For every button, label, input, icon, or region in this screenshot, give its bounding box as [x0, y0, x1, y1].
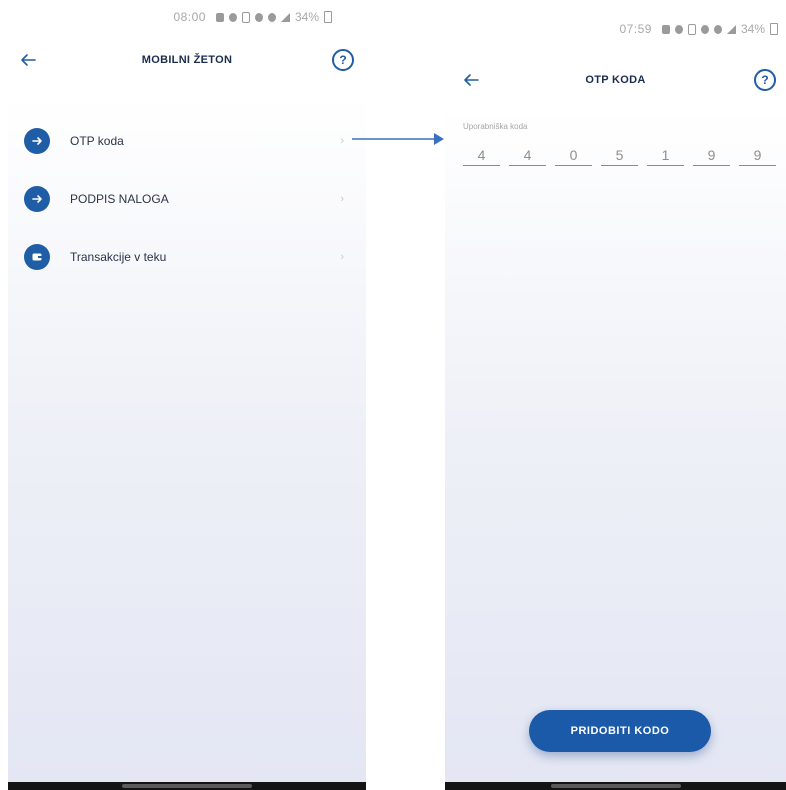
- otp-code-block: Uporabniška koda 4 4 0 5 1 9 9: [463, 122, 778, 166]
- code-digit: 1: [647, 147, 684, 166]
- battery-percent: 34%: [294, 10, 319, 24]
- otp-code-screen: 07:59 34% OTP KODA ? Uporabniška koda 4 …: [445, 14, 786, 790]
- chevron-right-icon: ›: [340, 193, 344, 205]
- wifi-icon: [713, 24, 722, 34]
- menu-item-label: PODPIS NALOGA: [70, 192, 169, 206]
- back-arrow-icon[interactable]: [18, 50, 38, 70]
- code-digit: 4: [509, 147, 546, 166]
- battery-percent: 34%: [740, 22, 765, 36]
- menu-item-label: OTP koda: [70, 134, 124, 148]
- mobile-token-screen: 08:00 34% MOBILNI ŽETON ? OTP koda › POD…: [8, 0, 366, 790]
- code-digits: 4 4 0 5 1 9 9: [463, 147, 778, 166]
- notification-icon: [215, 12, 224, 22]
- home-indicator: [8, 782, 366, 790]
- battery-icon: [324, 11, 332, 23]
- page-title: OTP KODA: [585, 74, 646, 86]
- back-arrow-icon[interactable]: [461, 70, 481, 90]
- status-bar: 08:00 34%: [8, 0, 366, 34]
- code-digit: 9: [739, 147, 776, 166]
- battery-icon: [770, 23, 778, 35]
- flow-arrow-icon: [352, 133, 444, 145]
- menu-item-podpis-naloga[interactable]: PODPIS NALOGA ›: [8, 170, 366, 228]
- menu-list: OTP koda › PODPIS NALOGA › Transakcije v…: [8, 112, 366, 286]
- menu-item-transakcije-v-teku[interactable]: Transakcije v teku ›: [8, 228, 366, 286]
- status-time: 07:59: [619, 22, 652, 36]
- home-indicator: [445, 782, 786, 790]
- code-label: Uporabniška koda: [463, 122, 528, 131]
- chevron-right-icon: ›: [340, 251, 344, 263]
- code-digit: 0: [555, 147, 592, 166]
- code-digit: 4: [463, 147, 500, 166]
- status-icons: 34%: [661, 22, 778, 36]
- top-nav: OTP KODA ?: [445, 60, 786, 100]
- page-title: MOBILNI ŽETON: [141, 54, 233, 66]
- sim-icon: [687, 23, 696, 35]
- sim-icon: [241, 11, 250, 23]
- code-digit: 5: [601, 147, 638, 166]
- top-nav: MOBILNI ŽETON ?: [8, 40, 366, 80]
- arrow-right-icon: [24, 128, 50, 154]
- help-icon[interactable]: ?: [754, 69, 776, 91]
- alarm-icon: [700, 24, 709, 34]
- arrow-right-icon: [24, 186, 50, 212]
- get-code-button[interactable]: PRIDOBITI KODO: [529, 710, 711, 752]
- wallet-icon: [24, 244, 50, 270]
- notification-icon: [661, 24, 670, 34]
- menu-item-otp-koda[interactable]: OTP koda ›: [8, 112, 366, 170]
- help-icon[interactable]: ?: [332, 49, 354, 71]
- wifi-icon: [267, 12, 276, 22]
- alarm-icon: [254, 12, 263, 22]
- app-icon: [228, 12, 237, 22]
- status-bar: 07:59 34%: [445, 14, 786, 44]
- code-digit: 9: [693, 147, 730, 166]
- status-icons: 34%: [215, 10, 332, 24]
- signal-icon: [280, 12, 290, 22]
- signal-icon: [726, 24, 736, 34]
- chevron-right-icon: ›: [340, 135, 344, 147]
- menu-item-label: Transakcije v teku: [70, 250, 167, 264]
- status-time: 08:00: [173, 10, 206, 24]
- app-icon: [674, 24, 683, 34]
